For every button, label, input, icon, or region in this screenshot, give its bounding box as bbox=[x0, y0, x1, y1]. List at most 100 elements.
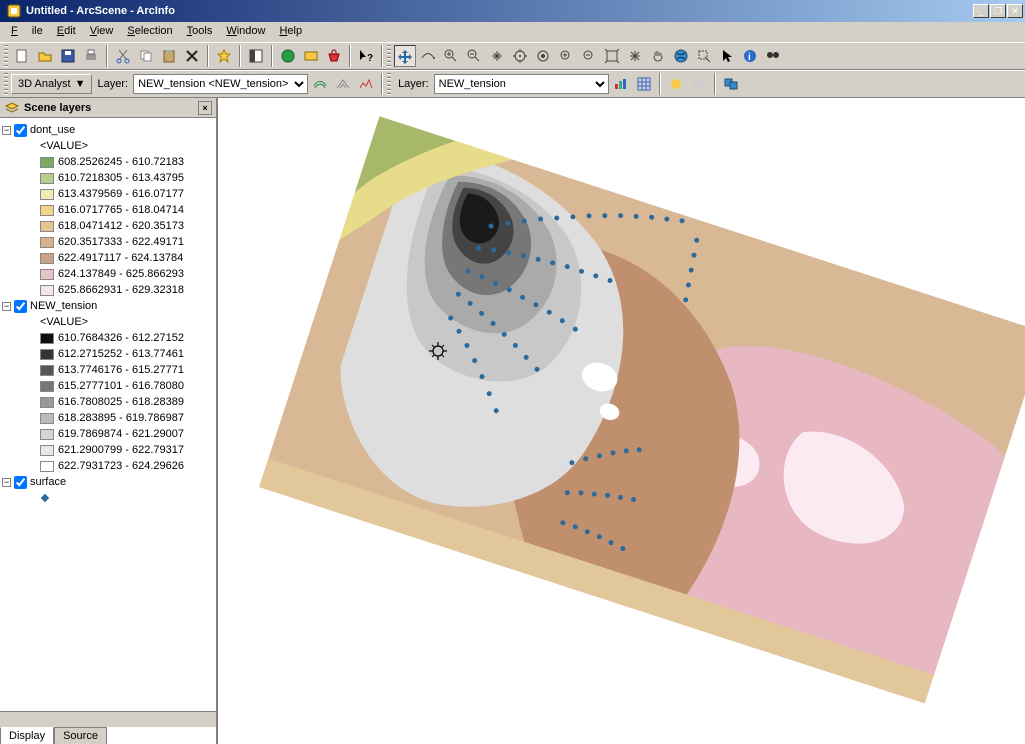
expand-button[interactable] bbox=[624, 45, 646, 67]
pan-button[interactable] bbox=[486, 45, 508, 67]
toolbar-grip[interactable] bbox=[387, 73, 391, 95]
legend-label: 616.7808025 - 618.28389 bbox=[58, 396, 184, 408]
legend-swatch bbox=[40, 429, 54, 440]
window-button[interactable] bbox=[720, 73, 742, 95]
toolbar-grip[interactable] bbox=[387, 45, 391, 67]
svg-text:i: i bbox=[748, 52, 751, 63]
paste-button[interactable] bbox=[158, 45, 180, 67]
identify-button[interactable]: i bbox=[739, 45, 761, 67]
effects2-button[interactable] bbox=[688, 73, 710, 95]
layer-new-tension[interactable]: − NEW_tension bbox=[2, 298, 214, 314]
legend-label: 622.7931723 - 624.29626 bbox=[58, 460, 184, 472]
cut-button[interactable] bbox=[112, 45, 134, 67]
find-button[interactable] bbox=[762, 45, 784, 67]
zoomout-button[interactable] bbox=[463, 45, 485, 67]
menu-selection[interactable]: Selection bbox=[120, 22, 179, 42]
slope-button[interactable] bbox=[332, 73, 354, 95]
zoomout-fixed-button[interactable] bbox=[578, 45, 600, 67]
collapse-icon[interactable]: − bbox=[2, 126, 11, 135]
print-button[interactable] bbox=[80, 45, 102, 67]
menu-edit[interactable]: Edit bbox=[50, 22, 83, 42]
toc-title: Scene layers bbox=[24, 102, 91, 114]
close-button[interactable]: ✕ bbox=[1007, 4, 1023, 18]
legend-class: 612.2715252 - 613.77461 bbox=[2, 346, 214, 362]
delete-button[interactable] bbox=[181, 45, 203, 67]
legend-label: 622.4917117 - 624.13784 bbox=[58, 252, 183, 264]
toc-close-button[interactable]: × bbox=[198, 101, 212, 115]
pointer-button[interactable] bbox=[716, 45, 738, 67]
layer-visibility-checkbox[interactable] bbox=[14, 300, 27, 313]
toc-toggle-button[interactable] bbox=[245, 45, 267, 67]
collapse-icon[interactable]: − bbox=[2, 478, 11, 487]
legend-class: 618.283895 - 619.786987 bbox=[2, 410, 214, 426]
fly-button[interactable] bbox=[417, 45, 439, 67]
legend-swatch bbox=[40, 413, 54, 424]
minimize-button[interactable]: _ bbox=[973, 4, 989, 18]
legend-class: 616.7808025 - 618.28389 bbox=[2, 394, 214, 410]
toolbar-grip[interactable] bbox=[4, 45, 8, 67]
tab-display[interactable]: Display bbox=[0, 727, 54, 744]
toc-header: Scene layers × bbox=[0, 98, 216, 118]
layer2-dropdown[interactable]: NEW_tension bbox=[434, 74, 609, 94]
layer-visibility-checkbox[interactable] bbox=[14, 124, 27, 137]
menu-view[interactable]: View bbox=[83, 22, 121, 42]
main: Scene layers × − dont_use <VALUE> 608.25… bbox=[0, 98, 1025, 744]
toolbox-button[interactable] bbox=[323, 45, 345, 67]
layer-visibility-checkbox[interactable] bbox=[14, 476, 27, 489]
legend-label: 624.137849 - 625.866293 bbox=[58, 268, 184, 280]
legend-class: 622.7931723 - 624.29626 bbox=[2, 458, 214, 474]
menu-tools[interactable]: Tools bbox=[180, 22, 220, 42]
legend-label: 610.7218305 - 613.43795 bbox=[58, 172, 184, 184]
new-button[interactable] bbox=[11, 45, 33, 67]
restore-button[interactable]: ❐ bbox=[990, 4, 1006, 18]
hand-pan-button[interactable] bbox=[647, 45, 669, 67]
zoomin-fixed-button[interactable] bbox=[555, 45, 577, 67]
classify-button[interactable] bbox=[633, 73, 655, 95]
menu-file[interactable]: File bbox=[4, 22, 50, 42]
legend-label: 613.4379569 - 616.07177 bbox=[58, 188, 184, 200]
zoomin-button[interactable] bbox=[440, 45, 462, 67]
legend-label: 613.7746176 - 615.27771 bbox=[58, 364, 184, 376]
add-data-button[interactable] bbox=[213, 45, 235, 67]
menu-help[interactable]: Help bbox=[272, 22, 309, 42]
legend-class: 620.3517333 - 622.49171 bbox=[2, 234, 214, 250]
scene-view[interactable] bbox=[218, 98, 1025, 744]
whatsthis-button[interactable]: ? bbox=[355, 45, 377, 67]
legend-class: 622.4917117 - 624.13784 bbox=[2, 250, 214, 266]
legend-swatch bbox=[40, 333, 54, 344]
full-extent-button[interactable] bbox=[601, 45, 623, 67]
legend-class: 615.2777101 - 616.78080 bbox=[2, 378, 214, 394]
target-button[interactable] bbox=[509, 45, 531, 67]
effects-button[interactable] bbox=[665, 73, 687, 95]
window-titlebar: Untitled - ArcScene - ArcInfo _ ❐ ✕ bbox=[0, 0, 1025, 22]
tab-source[interactable]: Source bbox=[54, 727, 107, 744]
legend-label: 618.283895 - 619.786987 bbox=[58, 412, 184, 424]
catalog-button[interactable] bbox=[300, 45, 322, 67]
save-button[interactable] bbox=[57, 45, 79, 67]
open-button[interactable] bbox=[34, 45, 56, 67]
navigate-button[interactable] bbox=[394, 45, 416, 67]
legend-swatch bbox=[40, 461, 54, 472]
toolbar-grip[interactable] bbox=[4, 73, 8, 95]
standard-toolbar: ? i bbox=[0, 42, 1025, 70]
toc-tree[interactable]: − dont_use <VALUE> 608.2526245 - 610.721… bbox=[0, 118, 216, 711]
histogram-button[interactable] bbox=[610, 73, 632, 95]
legend-label: 616.0717765 - 618.04714 bbox=[58, 204, 184, 216]
legend-class: 621.2900799 - 622.79317 bbox=[2, 442, 214, 458]
observer-button[interactable] bbox=[532, 45, 554, 67]
globe-full-button[interactable] bbox=[670, 45, 692, 67]
layer-dont-use[interactable]: − dont_use bbox=[2, 122, 214, 138]
layer-surface[interactable]: − surface bbox=[2, 474, 214, 490]
layer-dropdown[interactable]: NEW_tension <NEW_tension> bbox=[133, 74, 308, 94]
profile-button[interactable] bbox=[355, 73, 377, 95]
geoprocessing-button[interactable] bbox=[277, 45, 299, 67]
legend-label: 619.7869874 - 621.29007 bbox=[58, 428, 184, 440]
diamond-icon bbox=[41, 494, 49, 502]
contour-button[interactable] bbox=[309, 73, 331, 95]
copy-button[interactable] bbox=[135, 45, 157, 67]
menu-window[interactable]: Window bbox=[219, 22, 272, 42]
3d-analyst-menu[interactable]: 3D Analyst ▼ bbox=[11, 74, 92, 94]
collapse-icon[interactable]: − bbox=[2, 302, 11, 311]
select-features-button[interactable] bbox=[693, 45, 715, 67]
legend-label: 615.2777101 - 616.78080 bbox=[58, 380, 184, 392]
